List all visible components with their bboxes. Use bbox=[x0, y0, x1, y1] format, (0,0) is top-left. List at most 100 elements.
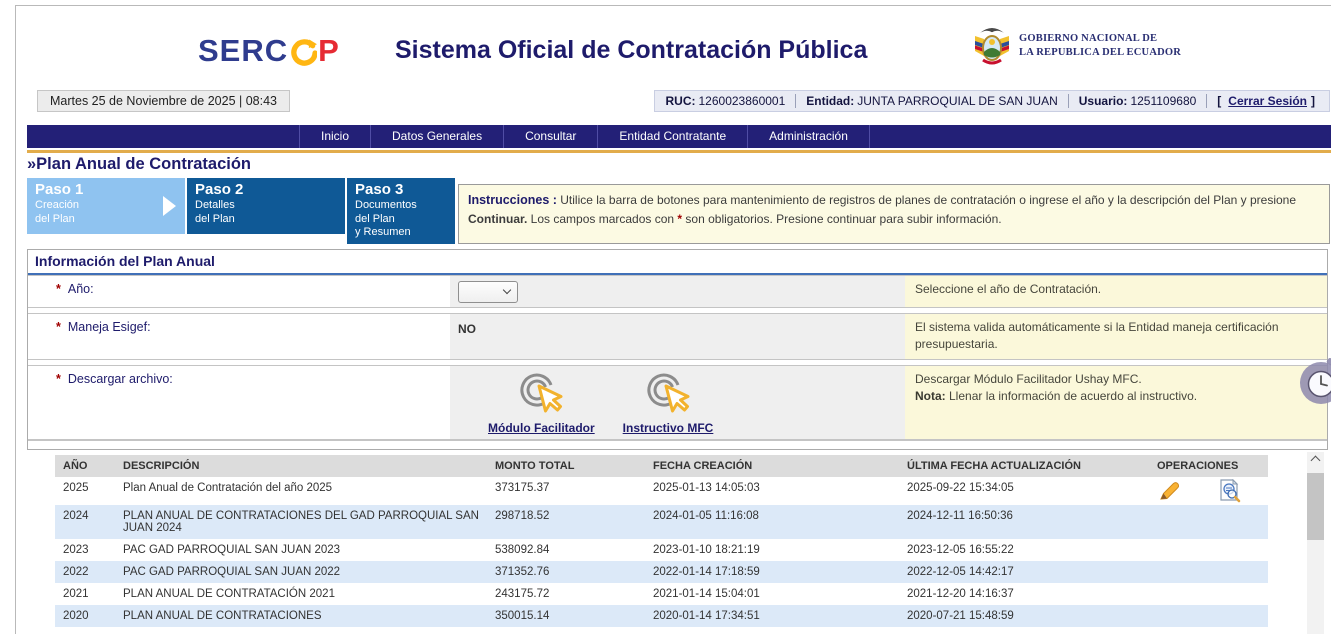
download-click-icon[interactable] bbox=[645, 373, 691, 417]
divider bbox=[795, 94, 796, 108]
modulo-facilitador-link[interactable]: Módulo Facilitador bbox=[488, 421, 595, 435]
instructions-box: Instrucciones : Utilice la barra de boto… bbox=[458, 184, 1330, 244]
entity-label: Entidad: bbox=[806, 94, 854, 108]
cell-created: 2023-01-10 18:21:19 bbox=[645, 539, 899, 561]
download-click-icon[interactable] bbox=[518, 373, 564, 417]
main-nav: Inicio Datos Generales Consultar Entidad… bbox=[27, 125, 1331, 148]
scrollbar-thumb[interactable] bbox=[1307, 473, 1324, 540]
form-row-esigef: * Maneja Esigef: NO El sistema valida aut… bbox=[28, 313, 1327, 360]
esigef-help-text: El sistema valida automáticamente si la … bbox=[905, 314, 1327, 359]
nav-item-datos-generales[interactable]: Datos Generales bbox=[371, 125, 504, 148]
descargar-label: Descargar archivo: bbox=[68, 372, 173, 386]
table-row: 2021 PLAN ANUAL DE CONTRATACIÓN 2021 243… bbox=[55, 583, 1268, 605]
cell-created: 2021-01-14 15:04:01 bbox=[645, 583, 899, 605]
cell-monto: 350015.14 bbox=[487, 605, 645, 627]
nav-item-administracion[interactable]: Administración bbox=[748, 125, 870, 148]
step-3-title: Paso 3 bbox=[347, 178, 455, 199]
descargar-value-cell: Módulo Facilitador Instructivo MFC bbox=[450, 366, 905, 439]
entity-value: JUNTA PARROQUIAL DE SAN JUAN bbox=[857, 94, 1057, 108]
divider bbox=[1206, 94, 1207, 108]
edit-pencil-icon[interactable] bbox=[1157, 480, 1181, 502]
header-operaciones: OPERACIONES bbox=[1149, 455, 1268, 477]
step-arrow-icon bbox=[163, 196, 176, 216]
logout-bracket-open: [ bbox=[1217, 94, 1221, 108]
nav-gold-divider bbox=[27, 150, 1331, 153]
nav-item-entidad-contratante[interactable]: Entidad Contratante bbox=[598, 125, 748, 148]
instructivo-mfc-block: Instructivo MFC bbox=[623, 373, 714, 435]
cell-operations bbox=[1149, 539, 1268, 561]
modulo-facilitador-block: Módulo Facilitador bbox=[488, 373, 595, 435]
cell-desc: PAC GAD PARROQUIAL SAN JUAN 2023 bbox=[115, 539, 487, 561]
instructions-bold-continuar: Continuar. bbox=[468, 212, 527, 226]
scroll-up-button[interactable] bbox=[1307, 452, 1324, 468]
form-row-anio: *Año: Seleccione el año de Contratación. bbox=[28, 275, 1327, 308]
timer-widget[interactable] bbox=[1297, 358, 1331, 406]
plans-table-header: AÑO DESCRIPCIÓN MONTO TOTAL FECHA CREACI… bbox=[55, 455, 1268, 477]
logout-bracket-close: ] bbox=[1311, 94, 1315, 108]
cell-year: 2022 bbox=[55, 561, 115, 583]
divider bbox=[1068, 94, 1069, 108]
table-row: 2023 PAC GAD PARROQUIAL SAN JUAN 2023 53… bbox=[55, 539, 1268, 561]
page: SERC P Sistema Oficial de Contratación P… bbox=[0, 0, 1331, 634]
nav-item-consultar[interactable]: Consultar bbox=[504, 125, 598, 148]
anio-label-cell: *Año: bbox=[28, 276, 450, 307]
step-2-line1: Detalles bbox=[187, 199, 345, 213]
esigef-label-cell: * Maneja Esigef: bbox=[28, 314, 450, 359]
cell-desc: PLAN ANUAL DE CONTRATACIÓN 2021 bbox=[115, 583, 487, 605]
instructions-text-2: Los campos marcados con bbox=[527, 212, 677, 226]
step-2-title: Paso 2 bbox=[187, 178, 345, 199]
nav-item-inicio[interactable]: Inicio bbox=[299, 125, 371, 148]
cell-operations bbox=[1149, 583, 1268, 605]
cell-year: 2025 bbox=[55, 477, 115, 505]
user-value: 1251109680 bbox=[1130, 94, 1196, 108]
table-row: 2025 Plan Anual de Contratación del año … bbox=[55, 477, 1268, 505]
cell-desc: PLAN ANUAL DE CONTRATACIONES DEL GAD PAR… bbox=[115, 505, 487, 539]
sercop-logo-text-p: P bbox=[318, 33, 340, 69]
year-select[interactable] bbox=[458, 281, 518, 303]
step-3-line3: y Resumen bbox=[347, 226, 455, 240]
cell-operations bbox=[1149, 561, 1268, 583]
esigef-label: Maneja Esigef: bbox=[68, 320, 151, 334]
logout-link[interactable]: Cerrar Sesión bbox=[1228, 94, 1307, 108]
cell-updated: 2022-12-05 14:42:17 bbox=[899, 561, 1149, 583]
required-asterisk: * bbox=[56, 320, 61, 334]
descargar-help-line2: Nota: Llenar la información de acuerdo a… bbox=[915, 388, 1317, 405]
sercop-logo: SERC P bbox=[198, 33, 340, 69]
header-fecha-creacion: FECHA CREACIÓN bbox=[645, 455, 899, 477]
table-row: 2024 PLAN ANUAL DE CONTRATACIONES DEL GA… bbox=[55, 505, 1268, 539]
government-brand: GOBIERNO NACIONAL DE LA REPUBLICA DEL EC… bbox=[972, 24, 1181, 68]
step-1-line1: Creación bbox=[27, 199, 185, 213]
step-1-line2: del Plan bbox=[27, 213, 185, 227]
view-document-icon[interactable] bbox=[1219, 479, 1241, 503]
cell-year: 2021 bbox=[55, 583, 115, 605]
header-ultima-actualizacion: ÚLTIMA FECHA ACTUALIZACIÓN bbox=[899, 455, 1149, 477]
cell-desc: Plan Anual de Contratación del año 2025 bbox=[115, 477, 487, 505]
ruc-value: 1260023860001 bbox=[699, 94, 786, 108]
required-asterisk: * bbox=[56, 282, 61, 296]
plans-table: AÑO DESCRIPCIÓN MONTO TOTAL FECHA CREACI… bbox=[55, 455, 1268, 627]
instructivo-mfc-link[interactable]: Instructivo MFC bbox=[623, 421, 714, 435]
cell-monto: 371352.76 bbox=[487, 561, 645, 583]
government-brand-line2: LA REPUBLICA DEL ECUADOR bbox=[1019, 46, 1181, 60]
table-row: 2020 PLAN ANUAL DE CONTRATACIONES 350015… bbox=[55, 605, 1268, 627]
panel-title: Información del Plan Anual bbox=[28, 250, 1327, 275]
header-monto-total: MONTO TOTAL bbox=[487, 455, 645, 477]
table-scrollbar[interactable] bbox=[1307, 452, 1324, 634]
cell-monto: 373175.37 bbox=[487, 477, 645, 505]
cell-updated: 2020-07-21 15:48:59 bbox=[899, 605, 1149, 627]
cell-created: 2020-01-14 17:34:51 bbox=[645, 605, 899, 627]
esigef-value-cell: NO bbox=[450, 314, 905, 359]
cell-updated: 2021-12-20 14:16:37 bbox=[899, 583, 1149, 605]
chevron-up-icon bbox=[1311, 456, 1321, 466]
date-time-display: Martes 25 de Noviembre de 2025 | 08:43 bbox=[37, 90, 290, 112]
step-2-detalles[interactable]: Paso 2 Detalles del Plan bbox=[187, 178, 345, 234]
cell-updated: 2023-12-05 16:55:22 bbox=[899, 539, 1149, 561]
form-row-descargar: *Descargar archivo: Módulo Facilitador bbox=[28, 365, 1327, 440]
step-3-documentos[interactable]: Paso 3 Documentos del Plan y Resumen bbox=[347, 178, 455, 244]
step-1-creacion[interactable]: Paso 1 Creación del Plan bbox=[27, 178, 185, 234]
instructions-label: Instrucciones : bbox=[468, 193, 557, 207]
user-label: Usuario: bbox=[1079, 94, 1128, 108]
chevron-down-icon bbox=[503, 286, 511, 294]
government-brand-line1: GOBIERNO NACIONAL DE bbox=[1019, 32, 1181, 46]
page-title: »Plan Anual de Contratación bbox=[27, 155, 251, 174]
